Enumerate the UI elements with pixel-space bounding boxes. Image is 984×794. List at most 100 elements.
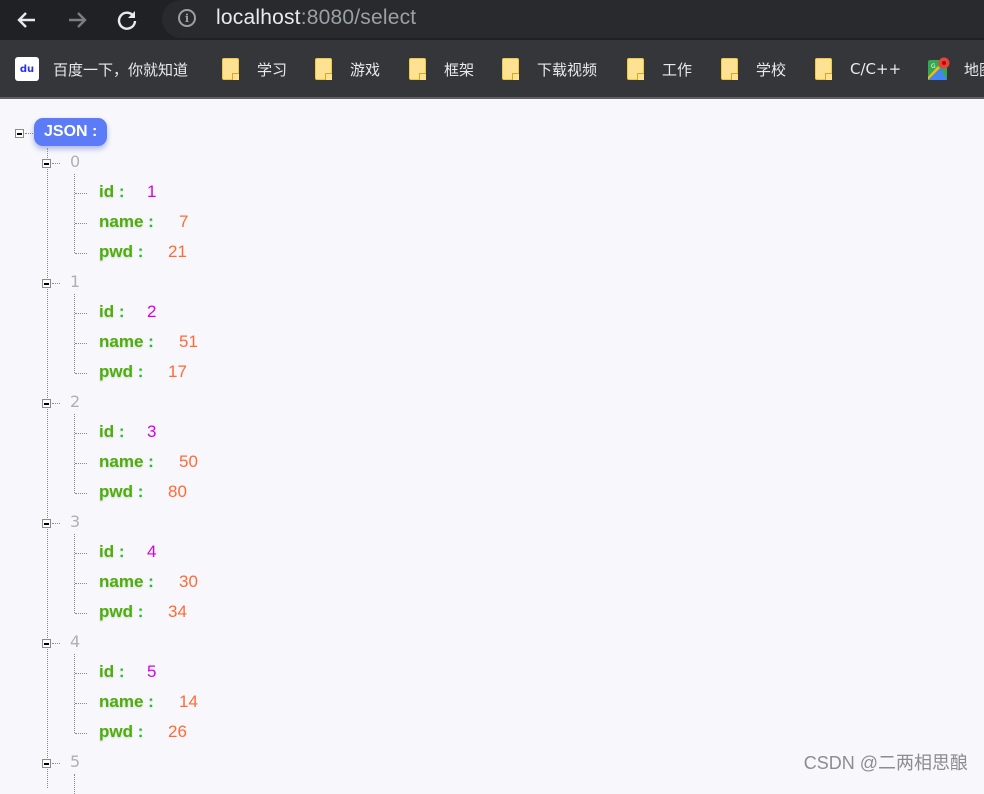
tree-branch [74,414,75,493]
field-key-pwd: pwd : [99,722,143,742]
field-value-id: 2 [147,302,157,321]
key-colon: : [118,182,125,201]
field-key-name: name : [99,212,154,232]
tree-connector [75,313,87,314]
forward-icon [69,12,87,28]
key-text: id [99,302,115,321]
bookmark-folder-frameworks[interactable]: 框架 [409,56,474,82]
tree-branch [74,174,75,253]
collapse-record-toggle[interactable] [42,399,51,408]
field-key-id: id : [99,182,125,202]
bookmark-baidu[interactable]: du 百度一下，你就知道 [15,56,188,82]
back-button[interactable] [13,6,41,34]
bookmark-label: 工作 [662,60,693,79]
key-text: name [99,212,144,231]
field-value-name: 51 [179,332,198,351]
svg-text:G: G [931,63,936,70]
tree-connector [52,523,60,524]
json-tree: JSON : 0 id :1 name :7 pwd :21 1 id :2 name :5… [0,99,984,794]
field-key-pwd: pwd : [99,362,143,382]
tree-connector [75,253,87,254]
forward-button[interactable] [63,6,91,34]
tree-connector [75,703,87,704]
folder-icon [222,58,239,80]
key-text: pwd [99,482,133,501]
field-key-id: id : [99,662,125,682]
tree-connector [75,463,87,464]
bookmark-folder-work[interactable]: 工作 [627,56,692,82]
tree-connector [52,283,60,284]
folder-icon [815,58,832,80]
tree-connector [75,583,87,584]
collapse-record-toggle[interactable] [42,759,51,768]
key-colon: : [148,692,154,711]
key-colon: : [148,572,154,591]
address-bar[interactable]: i localhost:8080/select [162,0,984,38]
field-value-pwd: 34 [168,602,187,621]
record-index: 1 [70,272,81,291]
bookmark-label: 学校 [756,60,787,79]
field-key-name: name : [99,332,154,352]
record-index: 3 [70,512,81,531]
field-value-pwd: 17 [168,362,187,381]
info-icon[interactable]: i [178,9,196,27]
tree-connector [25,133,33,134]
bookmark-label: 学习 [257,60,288,79]
collapse-record-toggle[interactable] [42,519,51,528]
key-colon: : [137,362,144,381]
reload-icon [117,11,137,30]
key-colon: : [137,602,144,621]
tree-branch [74,294,75,373]
field-value-id: 3 [147,422,157,441]
bookmark-folder-school[interactable]: 学校 [721,56,786,82]
tree-connector [75,493,87,494]
bookmark-label: C/C++ [850,60,902,78]
bookmark-folder-study[interactable]: 学习 [222,56,287,82]
json-root-badge[interactable]: JSON : [34,118,108,146]
bookmarks-bar: du 百度一下，你就知道 学习 游戏 框架 下载视频 工作 学校 C/C++ G… [0,40,984,99]
key-colon: : [118,542,125,561]
collapse-record-toggle[interactable] [42,279,51,288]
field-value-id: 1 [147,182,157,201]
field-value-pwd: 21 [168,242,187,261]
field-value-id: 5 [147,662,157,681]
tree-branch [74,774,75,794]
field-key-pwd: pwd : [99,242,143,262]
key-text: id [99,662,115,681]
key-text: pwd [99,602,133,621]
baidu-icon: du [15,57,39,81]
tree-connector [52,643,60,644]
collapse-record-toggle[interactable] [42,159,51,168]
url-path: :8080/select [300,6,417,29]
collapse-record-toggle[interactable] [42,639,51,648]
tree-connector [52,763,60,764]
bookmark-maps[interactable]: G 地图 [928,56,984,82]
field-value-name: 7 [179,212,189,231]
record-index: 4 [70,632,81,651]
tree-connector [75,343,87,344]
key-colon: : [137,722,144,741]
field-value-id: 4 [147,542,157,561]
url-text[interactable]: localhost:8080/select [216,6,416,30]
collapse-root-toggle[interactable] [15,129,24,138]
bookmark-label: 地图 [964,60,984,79]
key-colon: : [137,482,144,501]
folder-icon [315,58,332,80]
bookmark-folder-downloads[interactable]: 下载视频 [502,56,597,82]
key-text: pwd [99,242,133,261]
field-key-id: id : [99,302,125,322]
tree-connector [75,613,87,614]
bookmark-folder-games[interactable]: 游戏 [315,56,380,82]
key-colon: : [148,452,154,471]
folder-icon [502,58,519,80]
bookmark-folder-cpp[interactable]: C/C++ [815,56,901,82]
tree-connector [75,223,87,224]
key-text: pwd [99,722,133,741]
field-key-name: name : [99,572,154,592]
record-index: 5 [70,752,81,771]
bookmark-label: 游戏 [350,60,381,79]
reload-button[interactable] [113,6,141,34]
key-colon: : [148,212,154,231]
record-index: 0 [70,152,81,171]
folder-icon [409,58,426,80]
